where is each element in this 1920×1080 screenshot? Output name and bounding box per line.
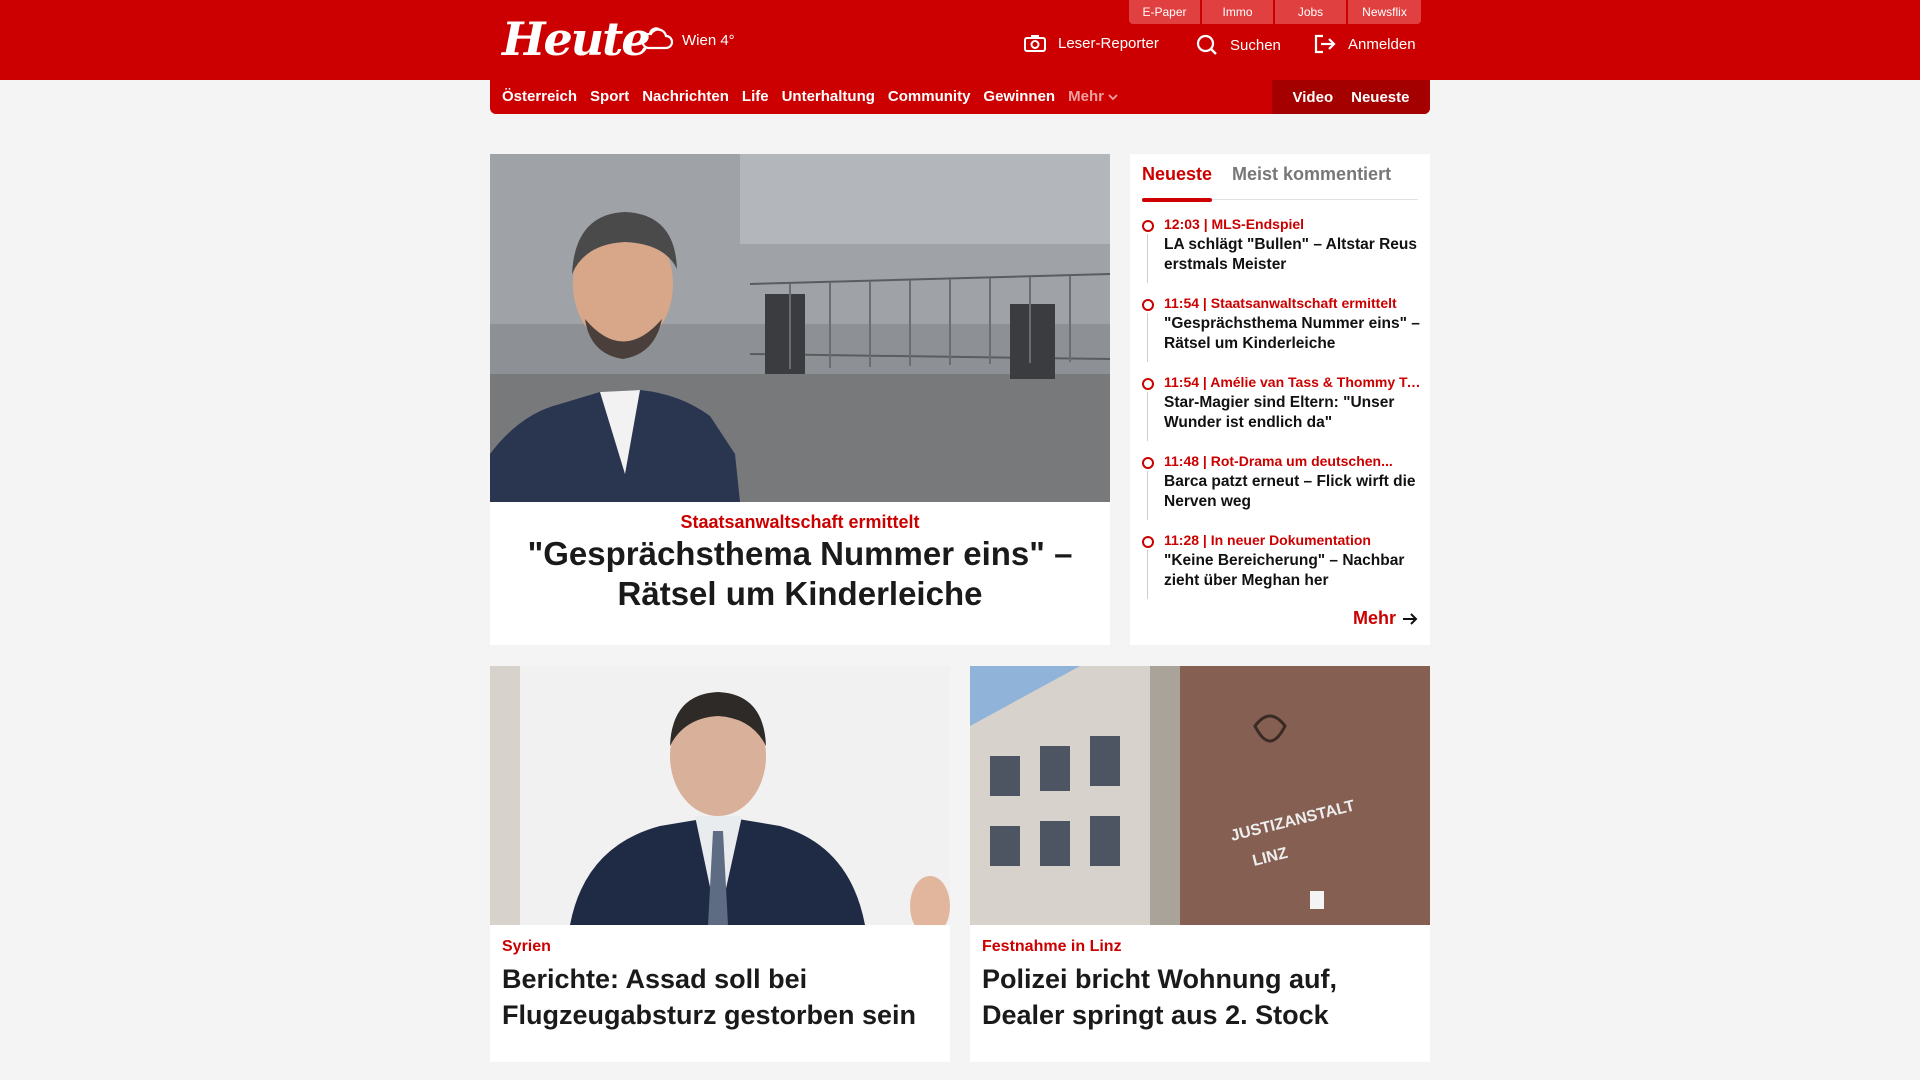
nav-more-dropdown[interactable]: Mehr: [1068, 88, 1118, 105]
nav-item-nachrichten[interactable]: Nachrichten: [642, 88, 729, 105]
nav-item-gewinnen[interactable]: Gewinnen: [983, 88, 1055, 105]
search-label: Suchen: [1230, 36, 1281, 54]
immo-link[interactable]: Immo: [1202, 0, 1275, 24]
search-button[interactable]: Suchen: [1196, 34, 1281, 56]
nav-item-life[interactable]: Life: [742, 88, 769, 105]
latest-item-title: Barca patzt erneut – Flick wirft die Ner…: [1164, 473, 1416, 510]
nav-item-sport[interactable]: Sport: [590, 88, 629, 105]
nav-item-oesterreich[interactable]: Österreich: [502, 88, 577, 105]
leser-reporter-label: Leser-Reporter: [1058, 34, 1159, 52]
tab-meist-kommentiert[interactable]: Meist kommentiert: [1232, 164, 1391, 200]
article-kicker: Syrien: [502, 938, 551, 955]
weather-widget[interactable]: Wien 4°: [640, 26, 735, 54]
latest-item[interactable]: 11:54 | Amélie van Tass & Thommy Ten Sta…: [1142, 374, 1422, 453]
hero-title[interactable]: "Gesprächsthema Nummer eins" – Rätsel um…: [510, 534, 1090, 614]
leser-reporter-button[interactable]: Leser-Reporter: [1024, 34, 1159, 52]
main-navigation: Österreich Sport Nachrichten Life Unterh…: [490, 80, 1430, 114]
latest-item[interactable]: 11:54 | Staatsanwaltschaft ermittelt "Ge…: [1142, 295, 1422, 374]
nav-more-label: Mehr: [1068, 88, 1104, 105]
article-image-assad: [490, 666, 950, 925]
hero-image: [490, 154, 1110, 502]
article-title[interactable]: Polizei bricht Wohnung auf, Dealer sprin…: [982, 961, 1412, 1033]
latest-item[interactable]: 11:48 | Rot-Drama um deutschen... Barca …: [1142, 453, 1422, 532]
heute-logo[interactable]: Heute: [502, 12, 651, 66]
camera-icon: [1024, 35, 1046, 52]
service-links: E-Paper Immo Jobs Newsflix: [1129, 0, 1421, 24]
latest-item[interactable]: 12:03 | MLS-Endspiel LA schlägt "Bullen"…: [1142, 216, 1422, 295]
latest-item[interactable]: 11:28 | In neuer Dokumentation "Keine Be…: [1142, 532, 1422, 611]
weather-label: Wien 4°: [682, 31, 735, 49]
latest-more-link[interactable]: Mehr: [1353, 608, 1418, 629]
latest-item-meta: 12:03 | MLS-Endspiel: [1164, 216, 1305, 232]
latest-tabs: Neueste Meist kommentiert: [1142, 164, 1418, 202]
nav-item-community[interactable]: Community: [888, 88, 971, 105]
nav-item-unterhaltung[interactable]: Unterhaltung: [782, 88, 875, 105]
latest-item-meta: 11:48 | Rot-Drama um deutschen...: [1164, 453, 1393, 469]
latest-item-title: LA schlägt "Bullen" – Altstar Reus erstm…: [1164, 236, 1417, 273]
latest-item-title: Star-Magier sind Eltern: "Unser Wunder i…: [1164, 394, 1395, 431]
latest-item-meta: 11:54 | Amélie van Tass & Thommy Ten: [1164, 374, 1422, 390]
latest-item-title: "Gesprächsthema Nummer eins" – Rätsel um…: [1164, 315, 1420, 352]
nav-right-group: Video Neueste: [1272, 80, 1430, 114]
nav-video-link[interactable]: Video: [1293, 89, 1334, 106]
latest-more-label: Mehr: [1352, 608, 1396, 628]
login-label: Anmelden: [1348, 35, 1416, 53]
nav-latest-link[interactable]: Neueste: [1351, 89, 1409, 106]
latest-item-meta: 11:54 | Staatsanwaltschaft ermittelt: [1164, 295, 1397, 311]
article-title[interactable]: Berichte: Assad soll bei Flugzeugabsturz…: [502, 961, 932, 1033]
epaper-link[interactable]: E-Paper: [1129, 0, 1202, 24]
article-kicker: Festnahme in Linz: [982, 938, 1122, 955]
latest-news-panel: Neueste Meist kommentiert 12:03 | MLS-En…: [1130, 154, 1430, 645]
weather-cloud-icon: [641, 27, 674, 50]
newsflix-link[interactable]: Newsflix: [1348, 0, 1421, 24]
hero-kicker: Staatsanwaltschaft ermittelt: [680, 512, 920, 532]
login-button[interactable]: Anmelden: [1314, 34, 1416, 54]
login-icon: [1314, 34, 1336, 54]
tab-neueste[interactable]: Neueste: [1142, 164, 1213, 202]
article-image-linz: JUSTIZANSTALT LINZ: [970, 666, 1430, 925]
article-card-linz[interactable]: JUSTIZANSTALT LINZ Festnahme in Linz Pol…: [970, 666, 1430, 1062]
arrow-right-icon: [1403, 612, 1418, 625]
site-header: Heute Wien 4° E-Paper Immo Jobs Newsflix…: [0, 0, 1920, 80]
latest-timeline: 12:03 | MLS-Endspiel LA schlägt "Bullen"…: [1142, 216, 1422, 611]
latest-item-meta: 11:28 | In neuer Dokumentation: [1164, 532, 1371, 548]
jobs-link[interactable]: Jobs: [1275, 0, 1348, 24]
hero-article[interactable]: Staatsanwaltschaft ermittelt "Gesprächst…: [490, 154, 1110, 645]
article-card-assad[interactable]: Syrien Berichte: Assad soll bei Flugzeug…: [490, 666, 950, 1062]
latest-item-title: "Keine Bereicherung" – Nachbar zieht übe…: [1164, 552, 1405, 589]
chevron-down-icon: [1108, 93, 1118, 100]
search-icon: [1196, 34, 1217, 55]
